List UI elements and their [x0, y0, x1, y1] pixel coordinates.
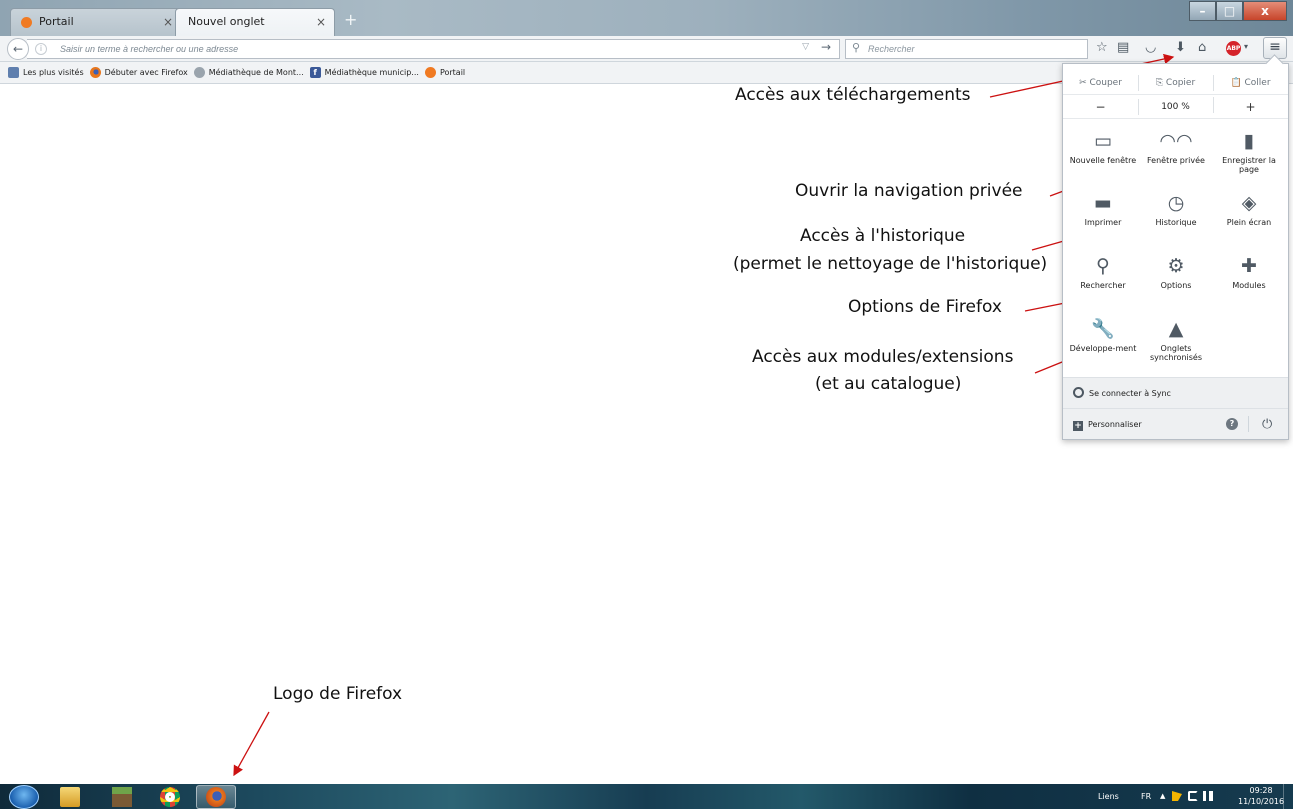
printer-icon: ▬	[1094, 192, 1112, 214]
taskbar-explorer[interactable]	[50, 785, 90, 809]
zoom-controls: − 100 % +	[1063, 94, 1288, 119]
menu-panel: ✂ Couper ⎘ Copier 📋 Coller − 100 % + ▭ N…	[1062, 63, 1289, 440]
edit-controls: ✂ Couper ⎘ Copier 📋 Coller	[1063, 70, 1288, 95]
gear-icon: ⚙	[1167, 255, 1185, 277]
footer-divider	[1248, 416, 1249, 432]
tray-expand-icon[interactable]: ▲	[1160, 784, 1165, 809]
developer-button[interactable]: 🔧 Développe-ment	[1067, 318, 1139, 353]
taskbar-chrome[interactable]	[150, 785, 190, 809]
history-button[interactable]: ◷ Historique	[1140, 192, 1212, 227]
menu-footer: + Personnaliser ? ⏻	[1063, 408, 1288, 439]
sync-icon	[1073, 387, 1084, 398]
chrome-icon	[160, 787, 180, 807]
customize-button[interactable]: + Personnaliser	[1073, 420, 1142, 431]
annotation-logo: Logo de Firefox	[273, 684, 403, 704]
zoom-out-button[interactable]: −	[1063, 100, 1138, 114]
start-button[interactable]	[9, 785, 39, 809]
tray-clock[interactable]: 09:28 11/10/2016	[1238, 785, 1284, 809]
copy-button[interactable]: ⎘ Copier	[1138, 74, 1213, 91]
zoom-reset-button[interactable]: 100 %	[1138, 98, 1213, 115]
grass-block-icon	[112, 787, 132, 807]
paste-button[interactable]: 📋 Coller	[1213, 74, 1288, 91]
firefox-logo-icon	[206, 787, 226, 807]
annotation-modules: Accès aux modules/extensions	[752, 347, 1014, 367]
scissors-icon: ✂	[1079, 77, 1090, 88]
zoom-in-button[interactable]: +	[1213, 96, 1288, 114]
tray-links[interactable]: Liens	[1098, 784, 1119, 809]
sync-signin-button[interactable]: Se connecter à Sync	[1063, 377, 1288, 408]
private-mask-icon: ◠◠	[1159, 130, 1193, 152]
customize-icon: +	[1073, 421, 1083, 431]
action-center-flag-icon[interactable]	[1172, 791, 1182, 801]
magnifier-icon: ⚲	[1096, 255, 1110, 277]
synced-tabs-button[interactable]: ▲ Onglets synchronisés	[1140, 318, 1212, 362]
find-button[interactable]: ⚲ Rechercher	[1067, 255, 1139, 290]
network-icon[interactable]	[1203, 791, 1213, 801]
new-window-icon: ▭	[1094, 130, 1112, 152]
annotation-history-note: (permet le nettoyage de l'historique)	[733, 254, 1048, 274]
private-window-button[interactable]: ◠◠ Fenêtre privée	[1140, 130, 1212, 165]
folder-icon	[60, 787, 80, 807]
tray-language[interactable]: FR	[1141, 784, 1151, 809]
help-icon[interactable]: ?	[1226, 418, 1238, 430]
taskbar-minecraft[interactable]	[102, 785, 142, 809]
annotation-modules-note: (et au catalogue)	[815, 374, 962, 394]
paste-icon: 📋	[1230, 77, 1245, 88]
save-page-icon: ▮	[1243, 130, 1255, 152]
show-desktop-button[interactable]	[1283, 784, 1293, 809]
annotation-downloads: Accès aux téléchargements	[735, 85, 971, 105]
fullscreen-icon: ◈	[1241, 192, 1257, 214]
puzzle-piece-icon: ✚	[1241, 255, 1257, 277]
wrench-icon: 🔧	[1091, 318, 1115, 340]
taskbar-firefox[interactable]	[196, 785, 236, 809]
annotation-history: Accès à l'historique	[800, 226, 966, 246]
print-button[interactable]: ▬ Imprimer	[1067, 192, 1139, 227]
power-icon[interactable]: ⏻	[1262, 409, 1272, 440]
windows-taskbar: Liens FR ▲ 09:28 11/10/2016	[0, 784, 1293, 809]
clock-time: 09:28	[1249, 786, 1273, 795]
new-window-button[interactable]: ▭ Nouvelle fenêtre	[1067, 130, 1139, 165]
cut-button[interactable]: ✂ Couper	[1063, 78, 1138, 88]
synced-tabs-icon: ▲	[1168, 318, 1184, 340]
fullscreen-button[interactable]: ◈ Plein écran	[1213, 192, 1285, 227]
addons-button[interactable]: ✚ Modules	[1213, 255, 1285, 290]
clock-date: 11/10/2016	[1238, 797, 1285, 806]
options-button[interactable]: ⚙ Options	[1140, 255, 1212, 290]
copy-icon: ⎘	[1155, 77, 1166, 88]
volume-icon[interactable]	[1188, 791, 1198, 801]
arrow-logo	[233, 711, 270, 777]
annotation-options: Options de Firefox	[848, 297, 1002, 317]
clock-icon: ◷	[1167, 192, 1185, 214]
save-page-button[interactable]: ▮ Enregistrer la page	[1213, 130, 1285, 174]
annotation-private: Ouvrir la navigation privée	[795, 181, 1023, 201]
